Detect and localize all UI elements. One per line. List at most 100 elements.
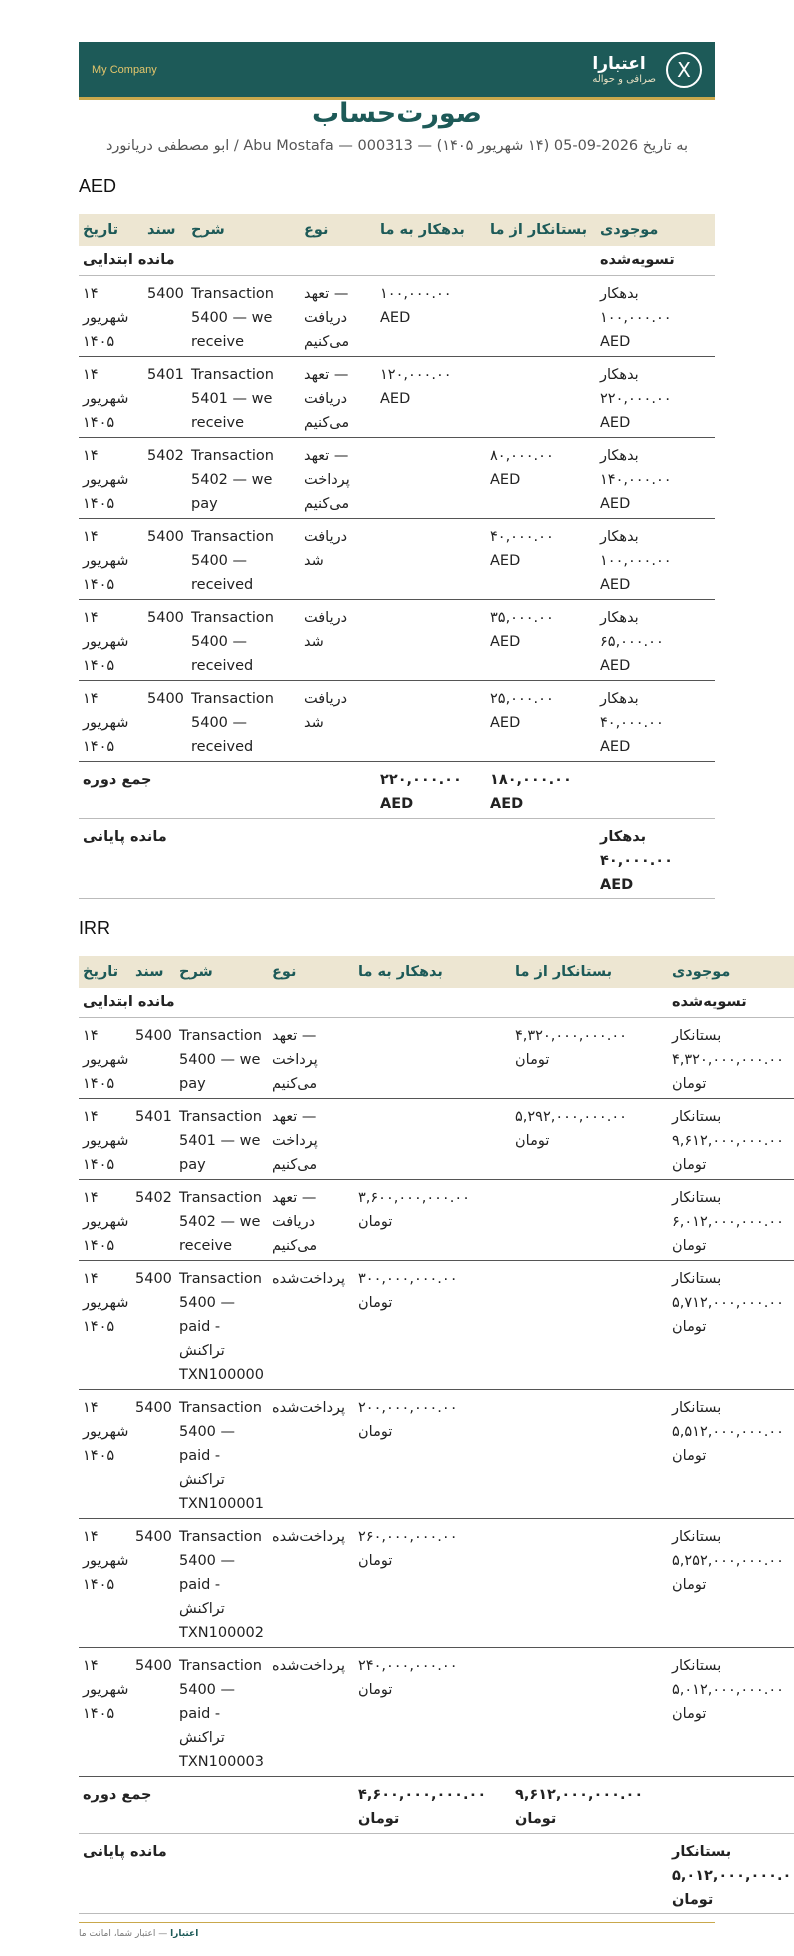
cell-doc: 5400 — [135, 1028, 172, 1044]
cell-line: paid - — [179, 1706, 221, 1722]
cell-line: 5401 — we — [191, 391, 273, 407]
cell-line: ۵,۲۹۲,۰۰۰,۰۰۰.۰۰ — [515, 1109, 627, 1125]
cell-line: شهریور — [83, 1052, 129, 1068]
cell-debit: بدهکار به ما — [358, 964, 443, 980]
cell-line: 5400 — we — [191, 310, 273, 326]
cell-line: ۴,۳۲۰,۰۰۰,۰۰۰.۰۰ — [672, 1052, 784, 1068]
cell-line: ۲۵,۰۰۰.۰۰ — [490, 691, 554, 707]
cell-line: ۹,۶۱۲,۰۰۰,۰۰۰.۰۰ — [672, 1133, 784, 1149]
cell-line: ۱۴۰۵ — [83, 1157, 115, 1173]
cell-debit: ۱۲۰,۰۰۰.۰۰ AED — [380, 363, 452, 411]
cell-line: ۴,۳۲۰,۰۰۰,۰۰۰.۰۰ — [515, 1028, 627, 1044]
footer-brand: اعتبارا — [170, 1929, 199, 1939]
cell-doc: 5400 — [147, 691, 184, 707]
cell-line: ۳۵,۰۰۰.۰۰ — [490, 610, 554, 626]
cell-line: TXN100003 — [179, 1754, 264, 1770]
cell-line: ۱۴۰۵ — [83, 1319, 115, 1335]
cell-line: دریافت — [304, 691, 348, 707]
table-row: ۱۴ شهریور ۱۴۰۵ 5400 Transaction 5400 — paid - ت… — [79, 1390, 794, 1519]
table-row: ۱۴ شهریور ۱۴۰۵ 5400 Transaction 5400 — receive… — [79, 600, 715, 681]
cell-line: paid - — [179, 1448, 221, 1464]
cell-line: تومان — [672, 1319, 707, 1335]
cell-line: ۱۴۰۵ — [83, 1076, 115, 1092]
cell-doc: 5400 — [147, 529, 184, 545]
table-row: ۱۴ شهریور ۱۴۰۵ 5400 Transaction 5400 — paid - ت… — [79, 1648, 794, 1777]
cell-line: ۱۰۰,۰۰۰.۰۰ — [600, 553, 672, 569]
cell-line: پرداخت‌شده — [272, 1271, 346, 1287]
cell-line: ۱۴۰۵ — [83, 496, 115, 512]
period-total-row: جمع دوره ۴,۶۰۰,۰۰۰,۰۰۰.۰۰ تومان ۹,۶۱۲,۰۰۰,۰… — [79, 1777, 794, 1834]
cell-line: تعهد — — [272, 1190, 317, 1206]
cell-line: AED — [380, 391, 411, 407]
cell-line: بستانکار — [672, 1190, 722, 1206]
cell-type: پرداخت‌شده — [272, 1654, 345, 1678]
cell-line: TXN100000 — [179, 1367, 264, 1383]
cell-line: ۱۴ — [83, 367, 99, 383]
cell-label: مانده پایانی — [83, 829, 167, 845]
cell-line: بدهکار — [600, 286, 639, 302]
cell-desc: Transaction 5400 — paid - تراکنش TXN100003 — [179, 1654, 264, 1774]
cell-type: دریافت شد — [304, 525, 347, 573]
table-row: ۱۴ شهریور ۱۴۰۵ 5402 Transaction 5402 — we rece… — [79, 1180, 794, 1261]
cell-line: AED — [380, 796, 414, 812]
cell-desc: Transaction 5400 — received — [191, 687, 274, 759]
cell-balance: بستانکار ۹,۶۱۲,۰۰۰,۰۰۰.۰۰ تومان — [672, 1105, 784, 1177]
cell-balance: بدهکار ۴۰,۰۰۰.۰۰ AED — [600, 825, 673, 897]
cell-doc: 5401 — [147, 367, 184, 383]
cell-doc: 5400 — [135, 1271, 172, 1287]
cell-line: بستانکار — [672, 1529, 722, 1545]
cell-desc: Transaction 5401 — we pay — [179, 1105, 262, 1177]
cell-date: ۱۴ شهریور ۱۴۰۵ — [83, 525, 128, 597]
cell-line: AED — [490, 553, 521, 569]
cell-line: ۸۰,۰۰۰.۰۰ — [490, 448, 554, 464]
cell-line: شهریور — [83, 553, 129, 569]
cell-line: تومان — [672, 1706, 707, 1722]
cell-line: ۳,۶۰۰,۰۰۰,۰۰۰.۰۰ — [358, 1190, 470, 1206]
cell-line: Transaction — [191, 529, 274, 545]
cell-line: ۱۴ — [83, 1028, 99, 1044]
cell-label: جمع دوره — [83, 1787, 152, 1803]
cell-line: تعهد — — [304, 448, 349, 464]
cell-line: دریافت — [272, 1214, 316, 1230]
cell-label: مانده پایانی — [83, 1844, 167, 1860]
cell-desc: Transaction 5401 — we receive — [191, 363, 274, 435]
cell-balance: بستانکار ۵,۰۱۲,۰۰۰,۰۰۰.۰۰ تومان — [672, 1654, 784, 1726]
cell-line: receive — [191, 334, 244, 350]
cell-line: تومان — [672, 1157, 707, 1173]
cell-credit: ۲۵,۰۰۰.۰۰ AED — [490, 687, 554, 735]
cell-doc: 5402 — [147, 448, 184, 464]
cell-line: pay — [179, 1157, 206, 1173]
cell-line: دریافت — [304, 391, 348, 407]
cell-credit: ۴۰,۰۰۰.۰۰ AED — [490, 525, 554, 573]
cell-line: بستانکار — [672, 1109, 722, 1125]
cell-line: ۵,۲۵۲,۰۰۰,۰۰۰.۰۰ — [672, 1553, 784, 1569]
cell-type: تعهد — پرداخت می‌کنیم — [304, 444, 350, 516]
cell-line: ۱۴ — [83, 1400, 99, 1416]
cell-desc: Transaction 5402 — we receive — [179, 1186, 262, 1258]
cell-line: 5401 — we — [179, 1133, 261, 1149]
cell-desc: Transaction 5400 — we pay — [179, 1024, 262, 1096]
cell-line: تعهد — — [304, 367, 349, 383]
currency-heading: IRR — [79, 918, 110, 938]
table-row: ۱۴ شهریور ۱۴۰۵ 5401 Transaction 5401 — we pay ت… — [79, 1099, 794, 1180]
cell-line: received — [191, 739, 254, 755]
cell-debit: ۲۲۰,۰۰۰.۰۰ AED — [380, 768, 462, 816]
cell-line: می‌کنیم — [304, 496, 350, 512]
cell-debit: ۲۰۰,۰۰۰,۰۰۰.۰۰ تومان — [358, 1396, 458, 1444]
cell-doc: 5400 — [147, 610, 184, 626]
cell-line: تعهد — — [304, 286, 349, 302]
cell-line: Transaction — [179, 1109, 262, 1125]
cell-line: 5400 — — [179, 1424, 236, 1440]
cell-line: 5402 — we — [179, 1214, 261, 1230]
cell-date: تاریخ — [83, 222, 119, 238]
cell-doc: سند — [135, 964, 164, 980]
cell-line: Transaction — [179, 1271, 262, 1287]
cell-line: ۱۴ — [83, 610, 99, 626]
brand: اعتبارا صرافی و حواله X — [592, 51, 702, 88]
cell-line: دریافت — [304, 610, 348, 626]
cell-date: ۱۴ شهریور ۱۴۰۵ — [83, 1525, 128, 1597]
cell-date: ۱۴ شهریور ۱۴۰۵ — [83, 687, 128, 759]
cell-balance: بستانکار ۵,۲۵۲,۰۰۰,۰۰۰.۰۰ تومان — [672, 1525, 784, 1597]
cell-line: تومان — [672, 1892, 714, 1908]
cell-credit: ۵,۲۹۲,۰۰۰,۰۰۰.۰۰ تومان — [515, 1105, 627, 1153]
